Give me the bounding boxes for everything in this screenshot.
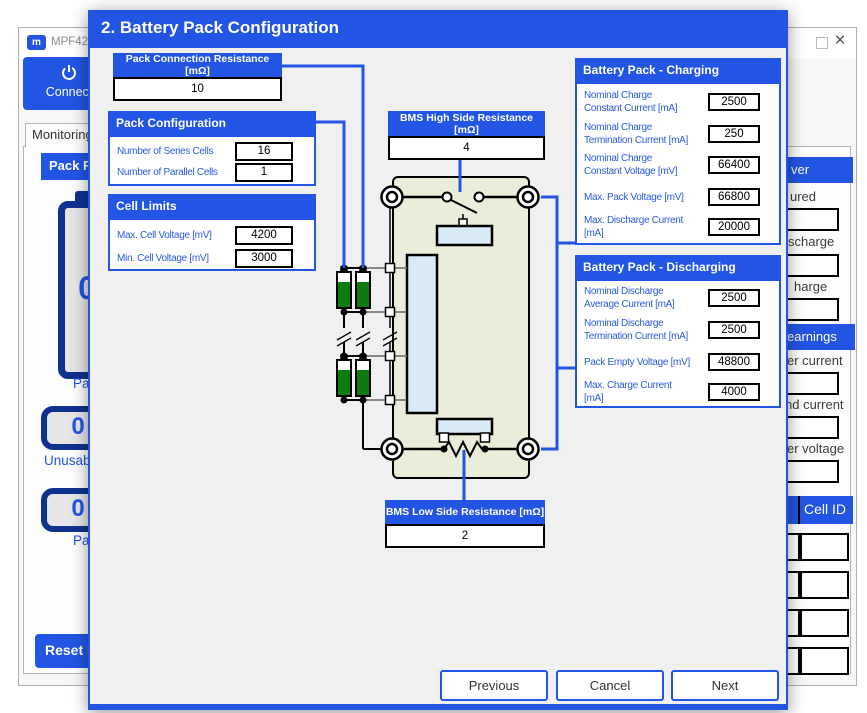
charging-header: Battery Pack - Charging [575, 58, 781, 84]
next-button[interactable]: Next [671, 670, 779, 701]
min-cell-voltage-label: Min. Cell Voltage [mV] [117, 252, 235, 265]
max-charge-current-row: Max. Charge Current [mA] 4000 [577, 379, 779, 405]
charge-termination-current-label: Nominal Charge Termination Current [mA] [584, 121, 708, 147]
pack-empty-voltage-label: Pack Empty Voltage [mV] [584, 356, 708, 369]
screen: m MPF4279 × Connect Monitoring Pack Re 0… [0, 0, 867, 713]
discharge-average-current-label: Nominal Discharge Average Current [mA] [584, 285, 708, 311]
current1-label: er current [787, 353, 843, 368]
dialog-title: 2. Battery Pack Configuration [90, 12, 786, 48]
circuit-diagram [330, 170, 580, 490]
cell-limits-panel: Cell Limits Max. Cell Voltage [mV] 4200 … [108, 194, 316, 271]
max-cell-voltage-label: Max. Cell Voltage [mV] [117, 229, 235, 242]
voltage-input[interactable] [782, 460, 839, 483]
discharge-average-current-input[interactable]: 2500 [708, 289, 760, 307]
discharging-header: Battery Pack - Discharging [575, 255, 781, 281]
bms-high-side-label: BMS High Side Resistance [mΩ] [388, 111, 545, 136]
discharge-termination-current-label: Nominal Discharge Termination Current [m… [584, 317, 708, 343]
discharge-average-current-row: Nominal Discharge Average Current [mA] 2… [577, 285, 779, 311]
discharge-termination-current-row: Nominal Discharge Termination Current [m… [577, 317, 779, 343]
charge-constant-voltage-input[interactable]: 66400 [708, 156, 760, 174]
pack-connection-resistance-label: Pack Connection Resistance [mΩ] [113, 53, 282, 77]
pack-configuration-header: Pack Configuration [108, 111, 316, 137]
previous-button[interactable]: Previous [440, 670, 548, 701]
min-cell-voltage-row: Min. Cell Voltage [mV] 3000 [110, 247, 314, 269]
power-icon [59, 62, 79, 82]
maximize-icon[interactable] [816, 37, 828, 49]
charge-label: harge [794, 279, 827, 294]
charge-constant-current-row: Nominal Charge Constant Current [mA] 250… [577, 89, 779, 115]
series-cells-input[interactable]: 16 [235, 142, 293, 161]
max-discharge-current-label: Max. Discharge Current [mA] [584, 214, 708, 240]
table-divider [798, 496, 800, 524]
charge-input[interactable] [782, 298, 839, 321]
bms-high-side-input[interactable]: 4 [388, 136, 545, 160]
parallel-cells-label: Number of Parallel Cells [117, 166, 235, 179]
max-cell-voltage-input[interactable]: 4200 [235, 226, 293, 245]
cell-limits-header: Cell Limits [108, 194, 316, 220]
charge-termination-current-row: Nominal Charge Termination Current [mA] … [577, 121, 779, 147]
parallel-cells-row: Number of Parallel Cells 1 [110, 161, 314, 183]
charge-constant-current-input[interactable]: 2500 [708, 93, 760, 111]
cancel-button[interactable]: Cancel [556, 670, 664, 701]
battery-pack-discharging-panel: Battery Pack - Discharging Nominal Disch… [575, 255, 781, 408]
max-pack-voltage-label: Max. Pack Voltage [mV] [584, 191, 708, 204]
battery-pack-charging-panel: Battery Pack - Charging Nominal Charge C… [575, 58, 781, 245]
pack-empty-voltage-row: Pack Empty Voltage [mV] 48800 [577, 349, 779, 375]
current2-label: nd current [785, 397, 844, 412]
max-pack-voltage-row: Max. Pack Voltage [mV] 66800 [577, 184, 779, 210]
current1-input[interactable] [782, 372, 839, 395]
charge-constant-voltage-label: Nominal Charge Constant Voltage [mV] [584, 152, 708, 178]
learnings-header: earnings [781, 324, 855, 350]
cell-id-header: Cell ID [781, 496, 853, 524]
max-discharge-current-row: Max. Discharge Current [mA] 20000 [577, 214, 779, 240]
parallel-cells-input[interactable]: 1 [235, 163, 293, 182]
current2-input[interactable] [782, 416, 839, 439]
max-cell-voltage-row: Max. Cell Voltage [mV] 4200 [110, 224, 314, 246]
voltage-label: er voltage [787, 441, 844, 456]
right-header-1: ver [781, 157, 853, 183]
close-icon[interactable]: × [830, 30, 850, 52]
series-cells-row: Number of Series Cells 16 [110, 140, 314, 162]
max-charge-current-label: Max. Charge Current [mA] [584, 379, 708, 405]
discharge-termination-current-input[interactable]: 2500 [708, 321, 760, 339]
max-charge-current-input[interactable]: 4000 [708, 383, 760, 401]
charge-termination-current-input[interactable]: 250 [708, 125, 760, 143]
measured-input[interactable] [782, 208, 839, 231]
series-cells-label: Number of Series Cells [117, 145, 235, 158]
unusable-label: Unusabl [44, 453, 94, 468]
charge-constant-voltage-row: Nominal Charge Constant Voltage [mV] 664… [577, 152, 779, 178]
bms-low-side-input[interactable]: 2 [385, 524, 545, 548]
pack-connection-resistance-input[interactable]: 10 [113, 77, 282, 101]
battery-pack-configuration-dialog: 2. Battery Pack Configuration [88, 10, 788, 710]
pack-configuration-panel: Pack Configuration Number of Series Cell… [108, 111, 316, 186]
measured-label: ured [790, 189, 816, 204]
max-pack-voltage-input[interactable]: 66800 [708, 188, 760, 206]
charge-constant-current-label: Nominal Charge Constant Current [mA] [584, 89, 708, 115]
discharge-input[interactable] [782, 254, 839, 277]
bms-low-side-label: BMS Low Side Resistance [mΩ] [385, 500, 545, 524]
max-discharge-current-input[interactable]: 20000 [708, 218, 760, 236]
min-cell-voltage-input[interactable]: 3000 [235, 249, 293, 268]
pack-empty-voltage-input[interactable]: 48800 [708, 353, 760, 371]
microchip-logo-icon: m [27, 35, 46, 50]
discharge-label: scharge [788, 234, 834, 249]
